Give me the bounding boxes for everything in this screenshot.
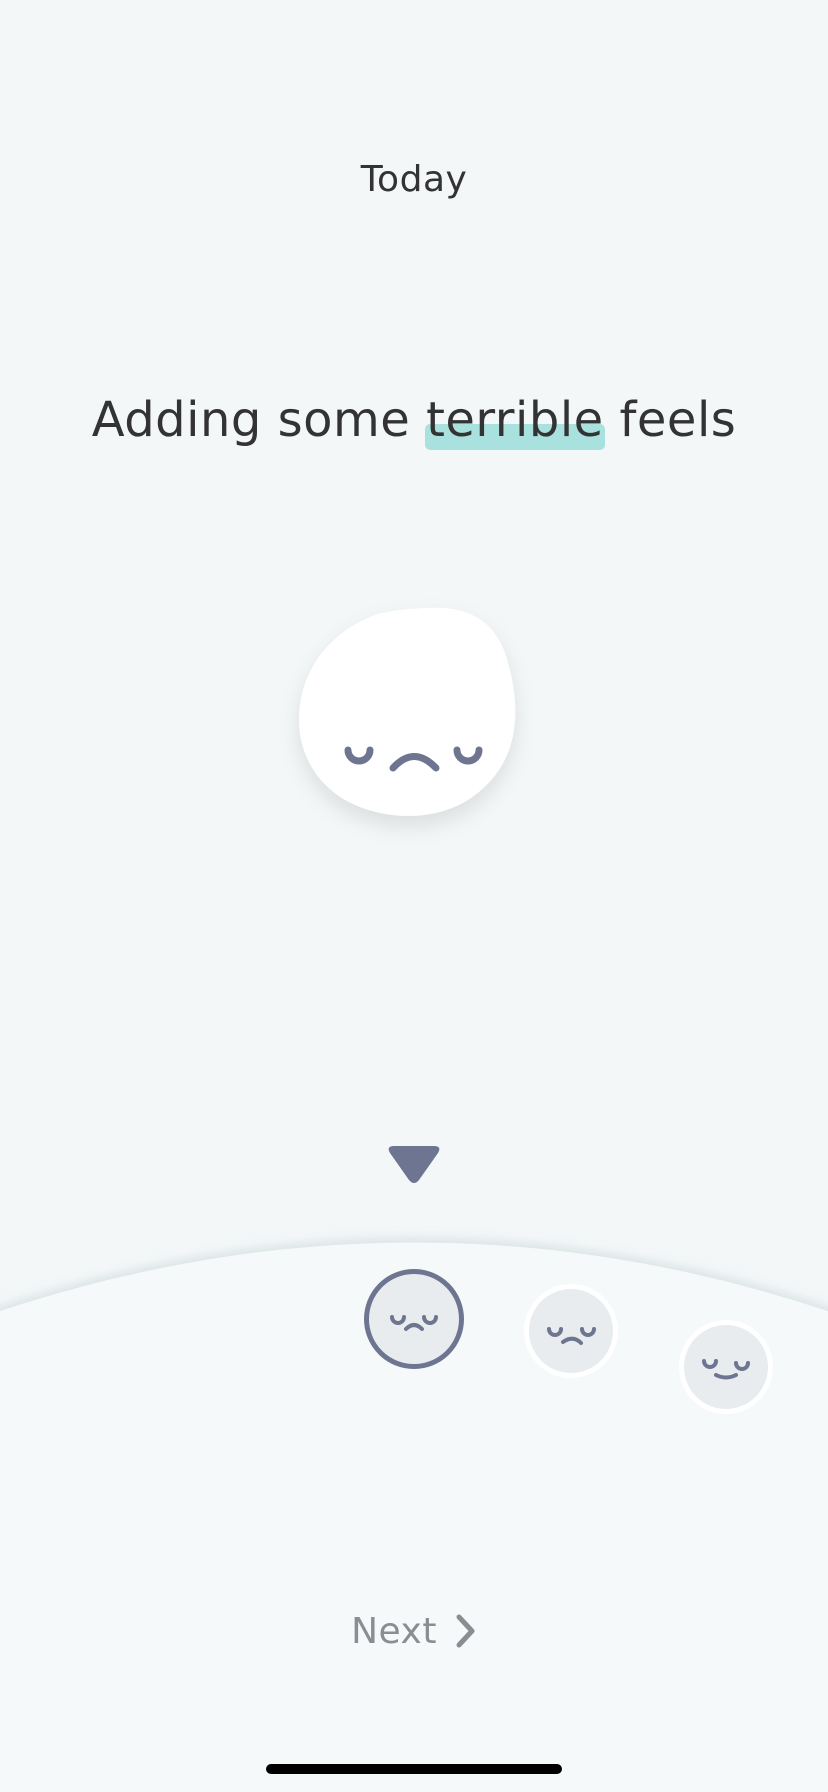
next-label: Next	[351, 1610, 437, 1652]
meh-face-icon	[702, 1359, 750, 1380]
unhappy-face-icon	[547, 1327, 596, 1345]
mood-option-meh[interactable]	[679, 1320, 773, 1414]
mood-headline: Adding some terrible feels	[0, 388, 828, 452]
page-title: Today	[360, 159, 468, 200]
chevron-right-icon	[456, 1614, 475, 1648]
mood-option-bad[interactable]	[524, 1284, 618, 1378]
sad-face-icon	[344, 746, 483, 772]
headline-suffix: feels	[603, 392, 737, 448]
mood-blob	[290, 600, 540, 832]
home-indicator[interactable]	[266, 1764, 562, 1774]
headline-prefix: Adding some	[91, 392, 427, 448]
mood-option-terrible[interactable]	[364, 1269, 464, 1369]
headline-highlight: terrible	[425, 388, 605, 452]
next-button[interactable]: Next	[334, 1604, 494, 1658]
sad-face-icon	[390, 1315, 438, 1331]
triangle-down-icon	[388, 1146, 440, 1183]
